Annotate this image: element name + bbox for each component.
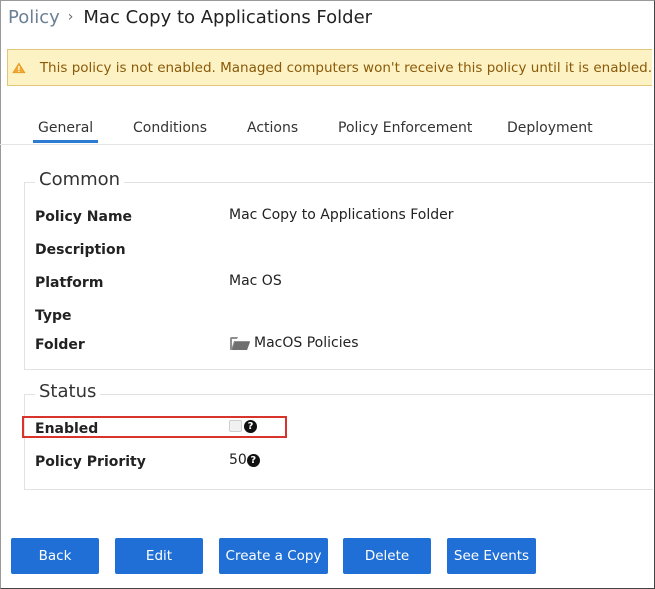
warning-icon (12, 62, 26, 73)
help-icon[interactable]: ? (246, 453, 260, 467)
breadcrumb-policy-link[interactable]: Policy (8, 7, 60, 28)
tab-conditions[interactable]: Conditions (133, 116, 207, 143)
status-legend: Status (35, 381, 101, 402)
folder-icon (230, 337, 250, 350)
see-events-button[interactable]: See Events (447, 538, 536, 574)
edit-button[interactable]: Edit (115, 538, 203, 574)
tab-general[interactable]: General (33, 116, 99, 143)
page-title: Mac Copy to Applications Folder (83, 6, 373, 28)
policy-name-value: Mac Copy to Applications Folder (229, 207, 454, 223)
enabled-checkbox[interactable] (229, 420, 242, 432)
folder-value: MacOS Policies (229, 335, 359, 351)
create-copy-button[interactable]: Create a Copy (219, 538, 328, 574)
folder-label: Folder (35, 337, 85, 353)
tab-bar: General Conditions Actions Policy Enforc… (0, 116, 653, 145)
common-legend: Common (35, 169, 125, 190)
enabled-value: ? (229, 418, 257, 434)
tab-policy-enforcement[interactable]: Policy Enforcement (338, 116, 472, 143)
breadcrumb-separator: › (67, 9, 74, 25)
back-button[interactable]: Back (11, 538, 99, 574)
warning-text: This policy is not enabled. Managed comp… (39, 59, 652, 76)
warning-banner: This policy is not enabled. Managed comp… (7, 49, 652, 86)
platform-value: Mac OS (229, 273, 282, 289)
delete-button[interactable]: Delete (343, 538, 431, 574)
help-icon[interactable]: ? (244, 419, 257, 433)
type-label: Type (35, 308, 72, 324)
description-label: Description (35, 242, 126, 258)
enabled-label: Enabled (35, 421, 99, 437)
policy-priority-label: Policy Priority (35, 454, 146, 470)
breadcrumb: Policy › Mac Copy to Applications Folder (8, 4, 372, 30)
platform-label: Platform (35, 275, 104, 291)
tab-deployment[interactable]: Deployment (507, 116, 593, 143)
policy-priority-value: 50? (229, 452, 260, 468)
folder-name[interactable]: MacOS Policies (254, 335, 359, 351)
priority-number: 50 (229, 452, 247, 468)
policy-name-label: Policy Name (35, 209, 133, 225)
status-section: Status (24, 381, 653, 490)
tab-actions[interactable]: Actions (247, 116, 298, 143)
